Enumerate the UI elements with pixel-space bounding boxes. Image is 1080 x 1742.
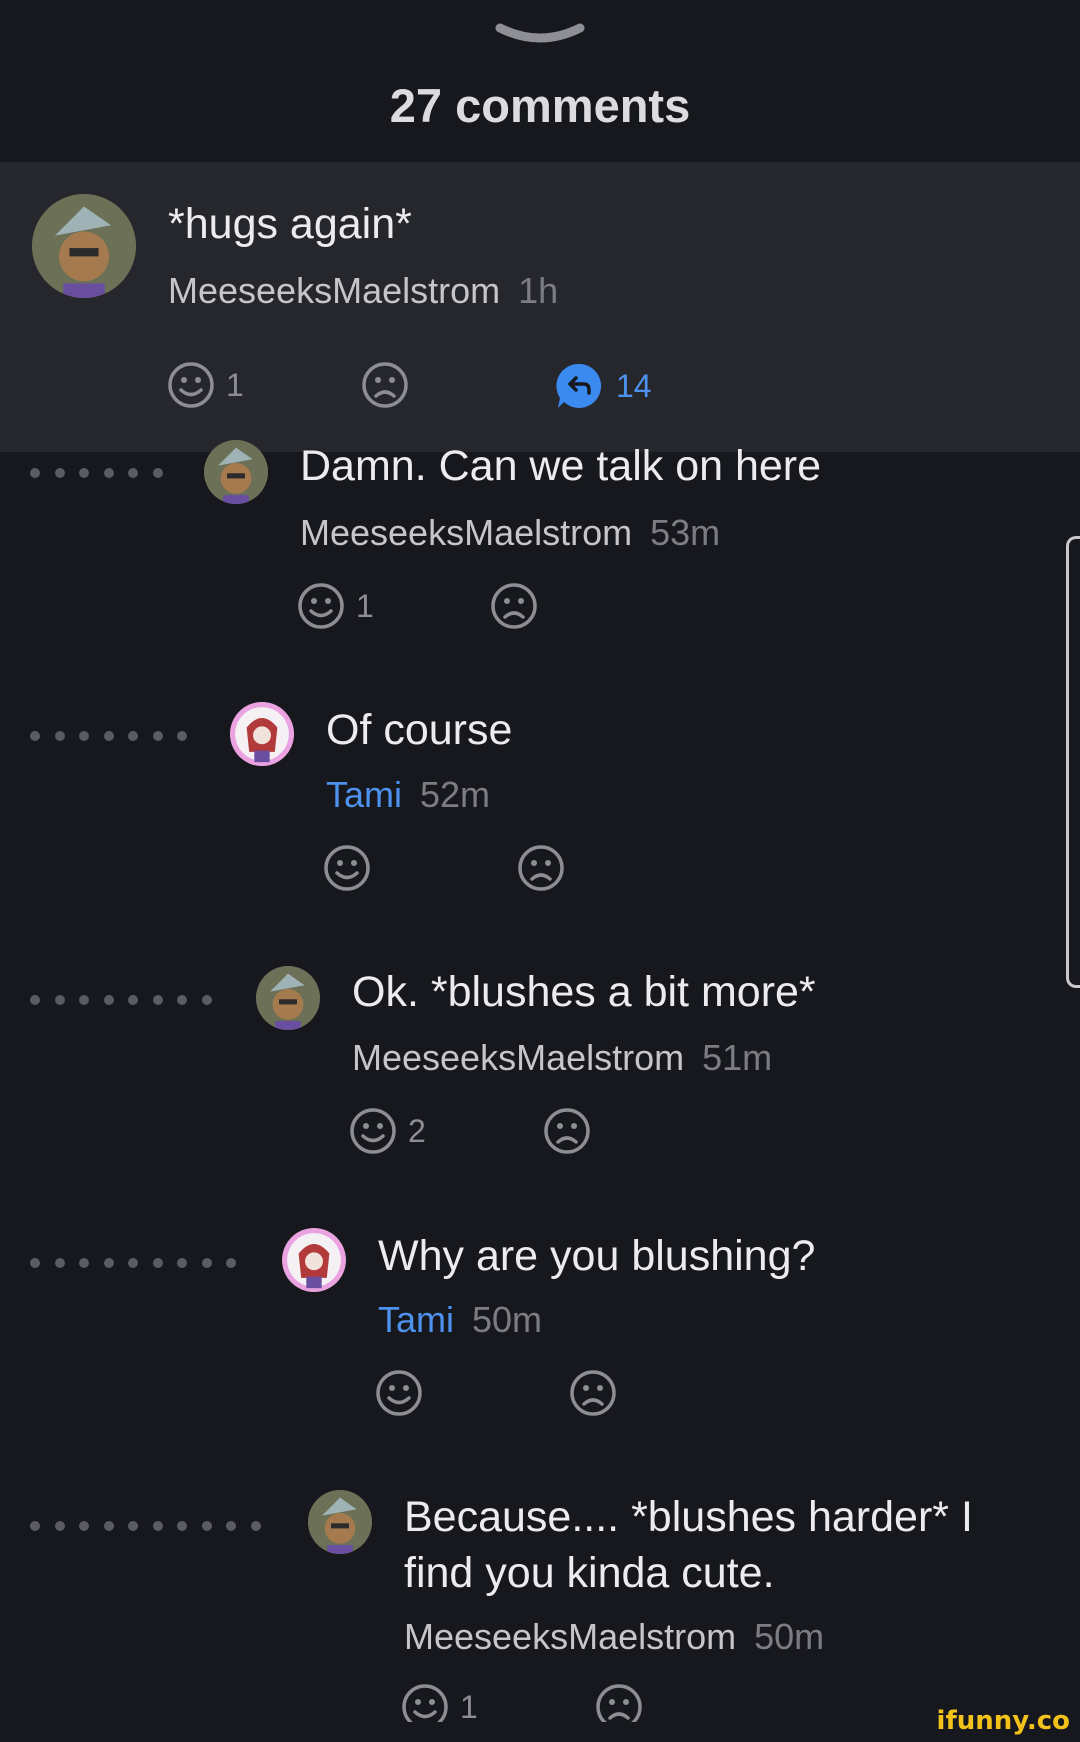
comment-text: Ok. *blushes a bit more* (352, 968, 816, 1016)
unsmile-button[interactable] (568, 1368, 618, 1420)
smile-count: 2 (408, 1112, 426, 1149)
avatar[interactable] (282, 1228, 346, 1292)
comment-text-line2: find you kinda cute. (404, 1549, 775, 1597)
comments-count-title: 27 comments (389, 79, 691, 132)
collapse-chevron-icon[interactable] (494, 20, 586, 57)
smile-count: 1 (226, 366, 244, 403)
smile-button[interactable] (322, 843, 382, 895)
smile-button[interactable]: 1 (400, 1682, 478, 1722)
timestamp: 53m (650, 512, 721, 553)
thread-indent-dots (30, 1255, 251, 1268)
smile-icon (324, 845, 370, 891)
timestamp: 51m (702, 1037, 773, 1078)
username-link[interactable]: Tami (326, 774, 402, 815)
unsmile-button[interactable] (594, 1682, 644, 1722)
thread-indent-dots (30, 728, 202, 741)
unsmile-button[interactable] (360, 360, 410, 412)
smile-icon (298, 583, 344, 629)
smile-button[interactable]: 1 (296, 581, 374, 633)
timestamp: 50m (754, 1616, 825, 1657)
timestamp: 52m (420, 774, 491, 815)
unsmile-button[interactable] (516, 843, 566, 895)
comment-text: *hugs again* (168, 200, 412, 248)
comment-meta: MeeseeksMaelstrom 1h (168, 270, 558, 312)
comment-meta: MeeseeksMaelstrom 53m (300, 512, 720, 554)
smile-button[interactable]: 2 (348, 1106, 426, 1158)
frown-icon (596, 1684, 642, 1722)
smile-icon (350, 1108, 396, 1154)
avatar[interactable] (204, 440, 268, 504)
comment-meta: Tami 50m (378, 1299, 542, 1341)
unsmile-button[interactable] (489, 581, 539, 633)
username-link[interactable]: MeeseeksMaelstrom (352, 1037, 684, 1078)
comment-text: Why are you blushing? (378, 1232, 816, 1280)
timestamp: 50m (472, 1299, 543, 1340)
frown-icon (518, 845, 564, 891)
comment-text: Of course (326, 706, 513, 754)
avatar[interactable] (308, 1490, 372, 1554)
username-link[interactable]: MeeseeksMaelstrom (300, 512, 632, 553)
reply-bubble-icon (556, 363, 602, 408)
frown-icon (362, 362, 408, 408)
comment-meta: MeeseeksMaelstrom 51m (352, 1037, 772, 1079)
thread-indent-dots (30, 992, 226, 1005)
scrollbar[interactable] (1066, 536, 1080, 988)
frown-icon (544, 1108, 590, 1154)
thread-indent-dots (30, 1518, 275, 1531)
username-link[interactable]: MeeseeksMaelstrom (404, 1616, 736, 1657)
username-link[interactable]: Tami (378, 1299, 454, 1340)
smile-icon (168, 362, 214, 408)
timestamp: 1h (518, 270, 559, 311)
comment-text-line1: Because.... *blushes harder* I (404, 1493, 973, 1541)
smile-button[interactable] (374, 1368, 434, 1420)
comment-meta: Tami 52m (326, 774, 490, 816)
smile-count: 1 (356, 587, 374, 624)
smile-icon (376, 1370, 422, 1416)
username-link[interactable]: MeeseeksMaelstrom (168, 270, 500, 311)
frown-icon (491, 583, 537, 629)
smile-button[interactable]: 1 (166, 360, 244, 412)
avatar[interactable] (32, 194, 136, 298)
pinned-comment[interactable]: *hugs again* MeeseeksMaelstrom 1h 1 14 (0, 162, 1080, 452)
unsmile-button[interactable] (542, 1106, 592, 1158)
reply-count: 14 (616, 367, 652, 404)
smile-count: 1 (460, 1688, 478, 1723)
frown-icon (570, 1370, 616, 1416)
reply-button[interactable]: 14 (554, 360, 652, 412)
avatar[interactable] (256, 966, 320, 1030)
thread-indent-dots (30, 465, 177, 478)
avatar[interactable] (230, 702, 294, 766)
comment-text: Damn. Can we talk on here (300, 442, 822, 490)
comment-meta: MeeseeksMaelstrom 50m (404, 1616, 824, 1658)
smile-icon (402, 1684, 448, 1722)
ifunny-watermark: ifunny.co (936, 1706, 1070, 1736)
